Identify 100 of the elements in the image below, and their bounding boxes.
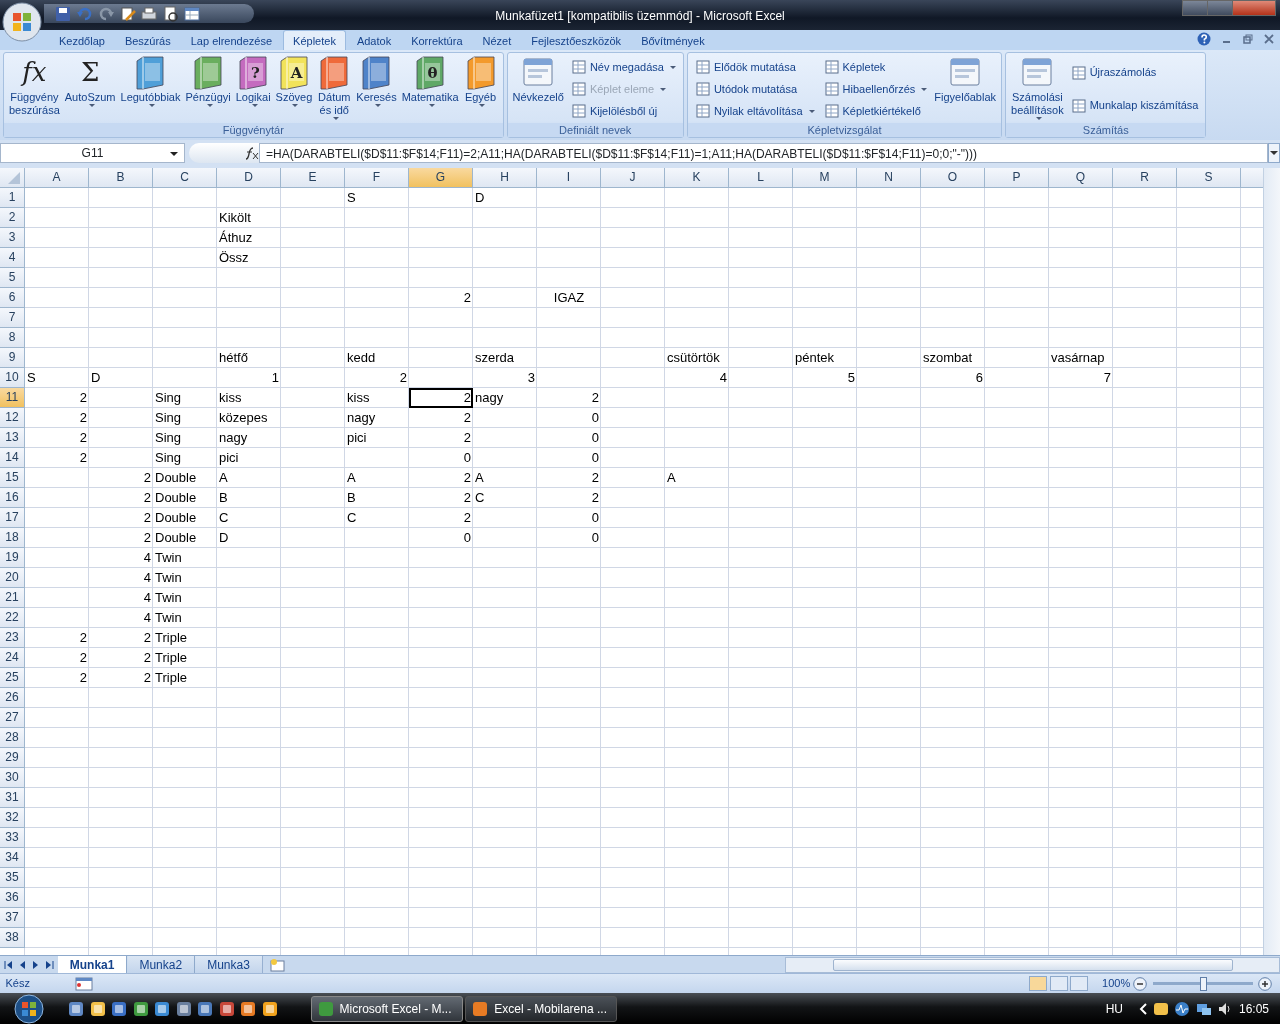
column-header[interactable]: F bbox=[345, 168, 409, 188]
table-cell[interactable]: S bbox=[345, 188, 409, 208]
table-cell[interactable]: pici bbox=[217, 448, 281, 468]
table-cell[interactable]: D bbox=[217, 528, 281, 548]
ribbon-tab[interactable]: Fejlesztőeszközök bbox=[522, 30, 631, 50]
table-cell[interactable]: szerda bbox=[473, 348, 537, 368]
preview-icon[interactable] bbox=[162, 5, 179, 22]
table-cell[interactable]: 2 bbox=[25, 628, 89, 648]
language-indicator[interactable]: HU bbox=[1105, 999, 1123, 1018]
table-cell[interactable]: kiss bbox=[217, 388, 281, 408]
table-cell[interactable]: 2 bbox=[89, 648, 153, 668]
ribbon-button[interactable]: Utódok mutatása bbox=[692, 79, 817, 99]
table-cell[interactable]: Össz bbox=[217, 248, 281, 268]
row-header[interactable]: 27 bbox=[0, 708, 25, 728]
table-cell[interactable]: kiss bbox=[345, 388, 409, 408]
table-cell[interactable]: C bbox=[217, 508, 281, 528]
table-cell[interactable]: 2 bbox=[25, 428, 89, 448]
table-cell[interactable]: 4 bbox=[665, 368, 729, 388]
row-header[interactable]: 16 bbox=[0, 488, 25, 508]
table-cell[interactable]: Double bbox=[153, 488, 217, 508]
table-cell[interactable]: Sing bbox=[153, 448, 217, 468]
table-cell[interactable]: 2 bbox=[409, 488, 473, 508]
edit-icon[interactable] bbox=[119, 5, 136, 22]
zoom-out-icon[interactable] bbox=[1133, 976, 1147, 991]
horizontal-scrollbar[interactable] bbox=[785, 957, 1280, 973]
table-cell[interactable]: 2 bbox=[409, 508, 473, 528]
row-header[interactable]: 33 bbox=[0, 828, 25, 848]
table-cell[interactable]: hétfő bbox=[217, 348, 281, 368]
ribbon-button[interactable]: θ Matematika bbox=[399, 55, 461, 123]
table-cell[interactable]: 2 bbox=[89, 488, 153, 508]
taskbar-button[interactable]: Microsoft Excel - M... bbox=[310, 995, 463, 1022]
row-header[interactable]: 30 bbox=[0, 768, 25, 788]
ribbon-button[interactable]: Számolási beállítások bbox=[1009, 55, 1066, 123]
column-header[interactable]: B bbox=[89, 168, 153, 188]
ribbon-button[interactable]: Legutóbbiak bbox=[118, 55, 183, 123]
row-header[interactable]: 11 bbox=[0, 388, 25, 408]
column-header[interactable]: N bbox=[857, 168, 921, 188]
table-cell[interactable]: 0 bbox=[537, 428, 601, 448]
table-cell[interactable]: Triple bbox=[153, 628, 217, 648]
table-cell[interactable]: közepes bbox=[217, 408, 281, 428]
ribbon-button[interactable]: Figyelőablak bbox=[932, 55, 999, 123]
table-cell[interactable]: 2 bbox=[409, 408, 473, 428]
table-cell[interactable]: 2 bbox=[89, 628, 153, 648]
table-cell[interactable]: 7 bbox=[1049, 368, 1113, 388]
sheet-tab[interactable]: Munka2 bbox=[127, 956, 196, 973]
row-header[interactable]: 28 bbox=[0, 728, 25, 748]
table-cell[interactable]: Twin bbox=[153, 568, 217, 588]
ribbon-button[interactable]: Σ AutoSzum bbox=[62, 55, 118, 123]
redo-icon[interactable] bbox=[98, 5, 114, 22]
zoom-in-icon[interactable] bbox=[1258, 976, 1272, 991]
activity-icon[interactable] bbox=[1174, 1000, 1191, 1017]
row-header[interactable]: 1 bbox=[0, 188, 25, 208]
table-cell[interactable]: 0 bbox=[409, 528, 473, 548]
first-sheet-icon[interactable] bbox=[2, 959, 14, 970]
column-header[interactable]: O bbox=[921, 168, 985, 188]
ribbon-button[interactable]: Pénzügyi bbox=[183, 55, 233, 123]
row-header[interactable]: 14 bbox=[0, 448, 25, 468]
table-cell[interactable]: 4 bbox=[89, 568, 153, 588]
column-header[interactable]: H bbox=[473, 168, 537, 188]
column-header[interactable]: D bbox=[217, 168, 281, 188]
taskbar-button[interactable]: Excel - Mobilarena ... bbox=[465, 995, 618, 1022]
row-header[interactable]: 26 bbox=[0, 688, 25, 708]
table-cell[interactable]: 2 bbox=[25, 408, 89, 428]
chevron-icon[interactable] bbox=[1139, 1002, 1148, 1015]
table-cell[interactable]: D bbox=[473, 188, 537, 208]
ribbon-button[interactable]: ? Logikai bbox=[233, 55, 273, 123]
row-header[interactable]: 3 bbox=[0, 228, 25, 248]
table-cell[interactable]: 2 bbox=[89, 668, 153, 688]
column-header[interactable]: R bbox=[1113, 168, 1177, 188]
close-icon[interactable] bbox=[1264, 34, 1274, 44]
ribbon-button[interactable]: Dátum és idő bbox=[315, 55, 354, 123]
table-cell[interactable]: C bbox=[473, 488, 537, 508]
table-cell[interactable]: A bbox=[473, 468, 537, 488]
table-cell[interactable]: Double bbox=[153, 508, 217, 528]
table-cell[interactable]: Twin bbox=[153, 608, 217, 628]
column-header[interactable]: L bbox=[729, 168, 793, 188]
table-cell[interactable]: 1 bbox=[217, 368, 281, 388]
row-header[interactable]: 37 bbox=[0, 908, 25, 928]
table-cell[interactable]: 2 bbox=[409, 428, 473, 448]
column-header[interactable]: G bbox=[409, 168, 473, 188]
row-header[interactable]: 25 bbox=[0, 668, 25, 688]
row-header[interactable]: 5 bbox=[0, 268, 25, 288]
name-box[interactable]: G11 bbox=[0, 143, 185, 163]
table-cell[interactable]: 2 bbox=[345, 368, 409, 388]
table-cell[interactable]: 4 bbox=[89, 548, 153, 568]
row-header[interactable]: 6 bbox=[0, 288, 25, 308]
table-cell[interactable]: IGAZ bbox=[537, 288, 601, 308]
ribbon-button[interactable]: Kijelölésből új bbox=[568, 101, 678, 121]
table-cell[interactable]: A bbox=[217, 468, 281, 488]
ribbon-tab[interactable]: Képletek bbox=[283, 30, 346, 50]
table-cell[interactable]: nagy bbox=[345, 408, 409, 428]
table-cell[interactable]: 4 bbox=[89, 588, 153, 608]
scroll-thumb[interactable] bbox=[832, 959, 1233, 971]
table-cell[interactable]: Double bbox=[153, 528, 217, 548]
table-cell[interactable]: 2 bbox=[89, 468, 153, 488]
row-header[interactable]: 34 bbox=[0, 848, 25, 868]
table-cell[interactable]: B bbox=[345, 488, 409, 508]
ribbon-tab[interactable]: Nézet bbox=[473, 30, 521, 50]
column-header[interactable]: E bbox=[281, 168, 345, 188]
column-header[interactable]: K bbox=[665, 168, 729, 188]
